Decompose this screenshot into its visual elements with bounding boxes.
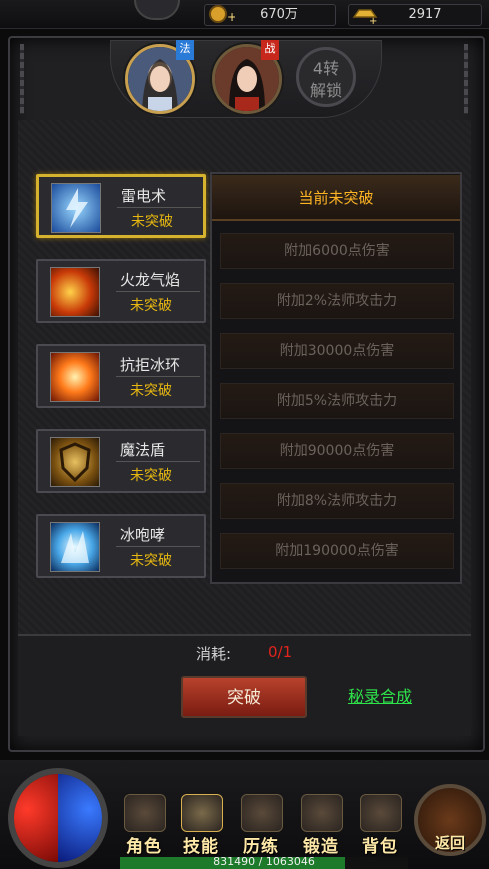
skill-status: 未突破 bbox=[130, 553, 172, 569]
secret-book-synthesis-link[interactable]: 秘录合成 bbox=[348, 683, 412, 707]
effect-row: 附加190000点伤害 bbox=[220, 533, 454, 569]
nav-character[interactable]: 角色 bbox=[116, 792, 172, 857]
nav-label: 锻造 bbox=[303, 837, 339, 857]
locked-slot-line2: 解锁 bbox=[309, 81, 342, 100]
fire-dragon-skill-icon bbox=[50, 267, 100, 317]
svg-text:+: + bbox=[369, 16, 377, 25]
panel-title: 当前未突破 bbox=[298, 189, 374, 207]
skill-divider bbox=[117, 207, 201, 208]
ingot-display: + 2917 bbox=[348, 4, 482, 26]
effect-row: 附加2%法师攻击力 bbox=[220, 283, 454, 319]
effect-row: 附加5%法师攻击力 bbox=[220, 383, 454, 419]
nav-label: 技能 bbox=[183, 837, 219, 857]
gold-ingot-icon: + bbox=[352, 9, 378, 25]
nav-forge[interactable]: 锻造 bbox=[293, 792, 349, 857]
backpack-icon bbox=[360, 794, 402, 832]
back-button[interactable]: 返回 bbox=[414, 784, 486, 856]
skill-status: 未突破 bbox=[130, 468, 172, 484]
nav-label: 历练 bbox=[243, 837, 279, 857]
effect-row: 附加6000点伤害 bbox=[220, 233, 454, 269]
lightning-skill-icon bbox=[51, 183, 101, 233]
nav-label: 角色 bbox=[126, 837, 162, 857]
back-label: 返回 bbox=[434, 834, 465, 852]
skill-item-lightning[interactable]: 雷电术 未突破 bbox=[36, 174, 206, 238]
training-icon bbox=[241, 794, 283, 832]
skill-name: 魔法盾 bbox=[120, 441, 166, 459]
skill-item-repel-ring[interactable]: 抗拒冰环 未突破 bbox=[36, 344, 206, 408]
character-icon bbox=[124, 794, 166, 832]
skill-item-ice-roar[interactable]: 冰咆哮 未突破 bbox=[36, 514, 206, 578]
exp-bar: 831490 / 1063046 bbox=[120, 855, 408, 869]
ingot-value: 2917 bbox=[408, 7, 442, 22]
locked-class-slot[interactable]: 4转 解锁 bbox=[296, 47, 356, 107]
mage-class-badge: 法 bbox=[176, 40, 194, 60]
skill-divider bbox=[116, 461, 200, 462]
repel-ring-skill-icon bbox=[50, 352, 100, 402]
skill-item-fire-dragon[interactable]: 火龙气焰 未突破 bbox=[36, 259, 206, 323]
forge-icon bbox=[301, 794, 343, 832]
breakthrough-button[interactable]: 突破 bbox=[181, 676, 307, 718]
svg-text:+: + bbox=[227, 10, 235, 24]
skill-item-magic-shield[interactable]: 魔法盾 未突破 bbox=[36, 429, 206, 493]
exp-text: 831490 / 1063046 bbox=[213, 855, 315, 868]
cost-label: 消耗: bbox=[196, 645, 232, 663]
hp-mp-orb bbox=[8, 768, 108, 868]
nav-training[interactable]: 历练 bbox=[233, 792, 289, 857]
chain-left bbox=[20, 44, 24, 114]
nav-label: 背包 bbox=[362, 837, 398, 857]
skill-name: 冰咆哮 bbox=[120, 526, 166, 544]
skill-divider bbox=[116, 291, 200, 292]
effect-row: 附加8%法师攻击力 bbox=[220, 483, 454, 519]
skill-name: 雷电术 bbox=[121, 187, 167, 205]
skill-status: 未突破 bbox=[131, 214, 173, 230]
skill-divider bbox=[116, 546, 200, 547]
skill-name: 火龙气焰 bbox=[120, 271, 181, 289]
gold-display: + 670万 bbox=[204, 4, 336, 26]
mp-orb-half bbox=[58, 774, 102, 862]
locked-slot-line1: 4转 bbox=[312, 59, 340, 78]
skill-divider bbox=[116, 376, 200, 377]
skill-status: 未突破 bbox=[130, 383, 172, 399]
ice-roar-skill-icon bbox=[50, 522, 100, 572]
gold-coin-icon: + bbox=[209, 5, 235, 24]
chain-right bbox=[464, 44, 468, 114]
effect-row: 附加90000点伤害 bbox=[220, 433, 454, 469]
hp-orb-half bbox=[14, 774, 58, 862]
effect-row: 附加30000点伤害 bbox=[220, 333, 454, 369]
skill-status: 未突破 bbox=[130, 298, 172, 314]
skill-name: 抗拒冰环 bbox=[120, 356, 181, 374]
warrior-class-badge: 战 bbox=[261, 40, 279, 60]
skill-book-icon bbox=[181, 794, 223, 832]
magic-shield-skill-icon bbox=[50, 437, 100, 487]
gold-value: 670万 bbox=[260, 7, 298, 22]
cost-value: 0/1 bbox=[268, 643, 293, 661]
nav-backpack[interactable]: 背包 bbox=[352, 792, 408, 857]
nav-skill[interactable]: 技能 bbox=[173, 792, 229, 857]
